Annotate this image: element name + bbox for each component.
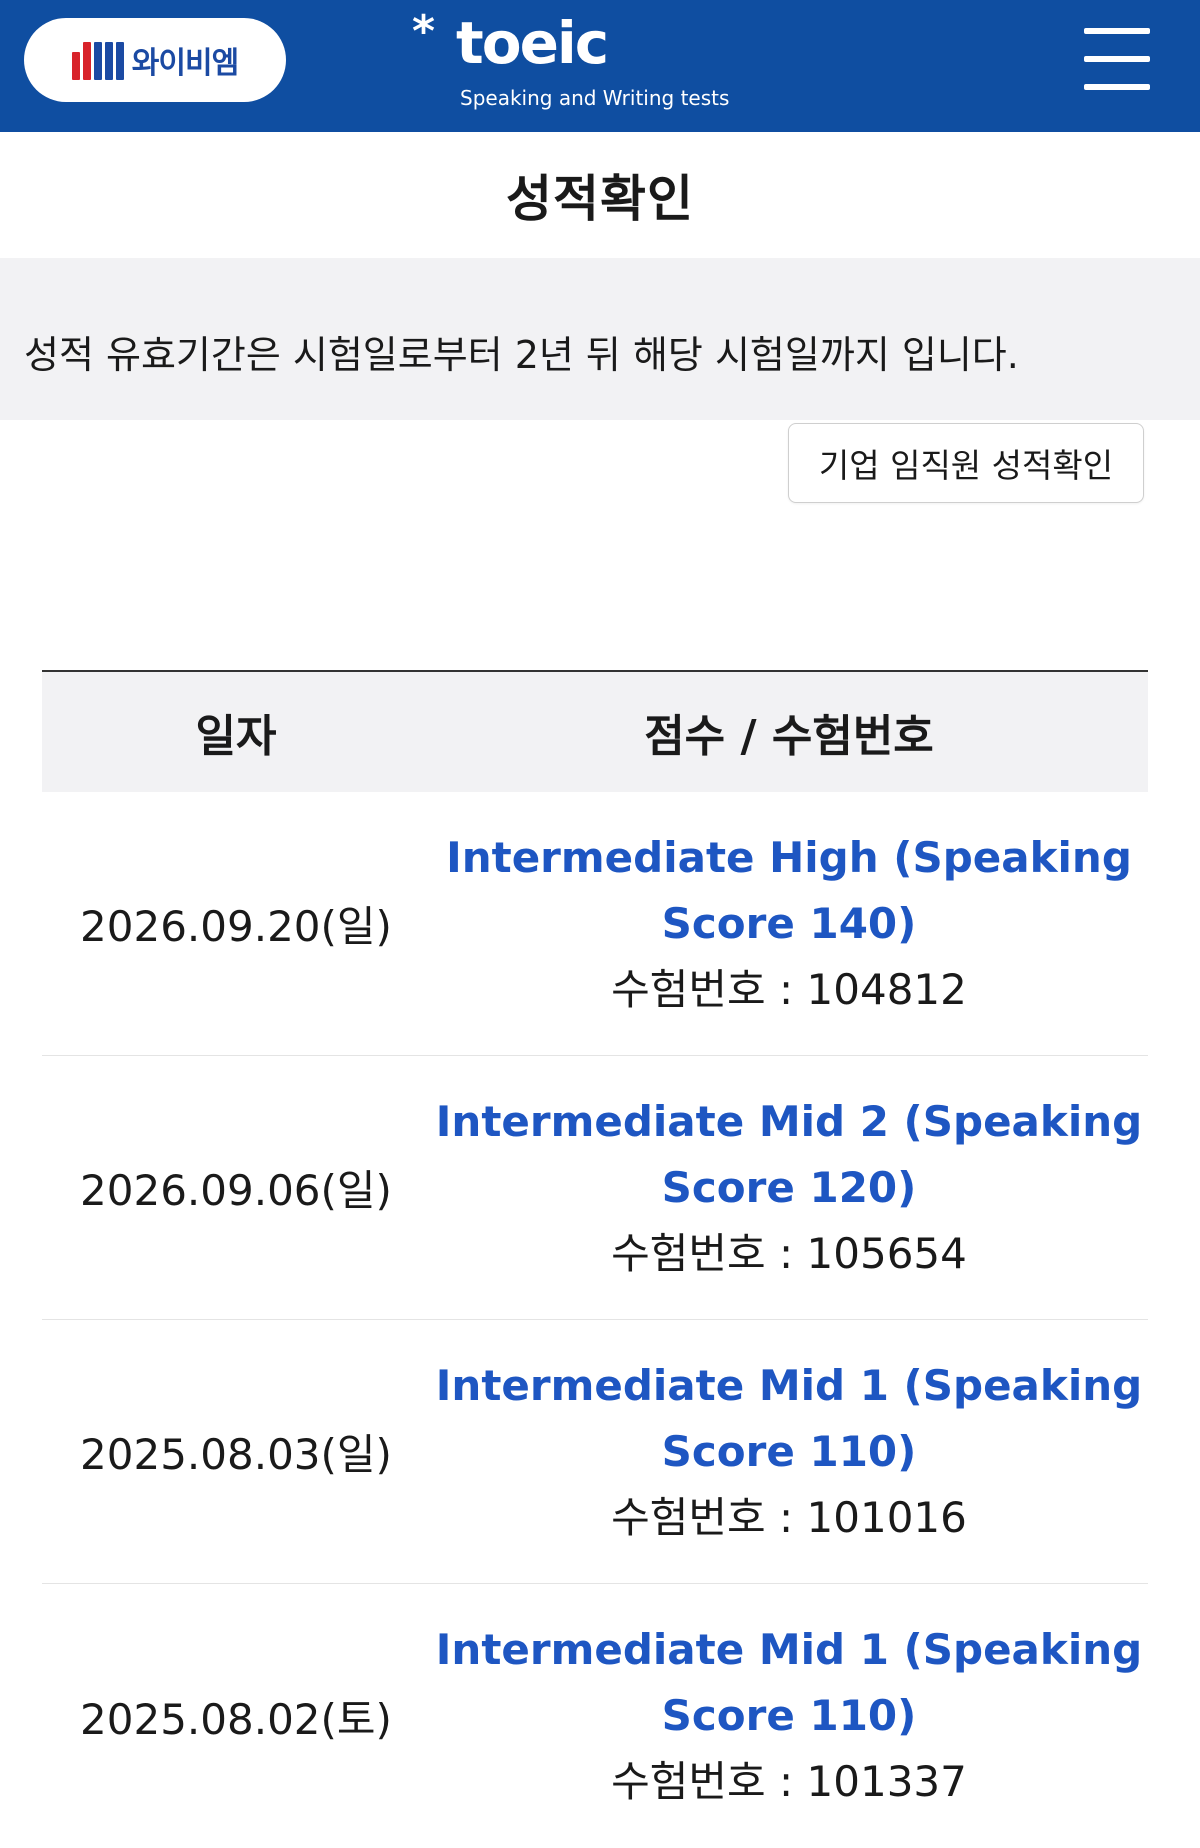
score-level-link[interactable]: Intermediate Mid 1 (Speaking Score 110) — [430, 1353, 1148, 1485]
site-header: 와이비엠 * toeic Speaking and Writing tests — [0, 0, 1200, 132]
exam-number: 수험번호 : 105654 — [611, 1228, 967, 1278]
validity-notice: 성적 유효기간은 시험일로부터 2년 뒤 해당 시험일까지 입니다. — [0, 258, 1200, 420]
score-level-link[interactable]: Intermediate High (Speaking Score 140) — [430, 825, 1148, 957]
score-level-link[interactable]: Intermediate Mid 2 (Speaking Score 120) — [430, 1089, 1148, 1221]
table-header: 일자 점수 / 수험번호 — [42, 670, 1148, 792]
score-level-line1: Intermediate Mid 2 (Speaking — [435, 1096, 1143, 1146]
table-row: 2026.09.20(일) Intermediate High (Speakin… — [42, 792, 1148, 1056]
score-level-line1: Intermediate Mid 1 (Speaking — [435, 1360, 1143, 1410]
toeic-logo[interactable]: * toeic Speaking and Writing tests — [412, 8, 792, 118]
page-title: 성적확인 — [506, 170, 694, 228]
hamburger-menu-icon[interactable] — [1084, 28, 1150, 90]
ybm-logo-mark — [71, 40, 124, 80]
exam-date: 2025.08.02(토) — [80, 1694, 392, 1744]
score-level-line2: Score 110) — [661, 1426, 917, 1476]
ybm-logo[interactable]: 와이비엠 — [24, 18, 286, 102]
score-level-line1: Intermediate Mid 1 (Speaking — [435, 1625, 1143, 1674]
table-row: 2025.08.02(토) Intermediate Mid 1 (Speaki… — [42, 1584, 1148, 1848]
table-row: 2026.09.06(일) Intermediate Mid 2 (Speaki… — [42, 1056, 1148, 1320]
score-table: 일자 점수 / 수험번호 2026.09.20(일) Intermediate … — [42, 670, 1148, 1848]
score-cell: Intermediate Mid 1 (Speaking Score 110) … — [430, 1353, 1148, 1551]
date-column-header: 일자 — [195, 711, 277, 762]
exam-number: 수험번호 : 101337 — [611, 1757, 967, 1806]
ybm-logo-text: 와이비엠 — [131, 46, 239, 81]
exam-number: 수험번호 : 104812 — [611, 964, 967, 1014]
toeic-logo-subtitle: Speaking and Writing tests — [460, 86, 730, 110]
table-row: 2025.08.03(일) Intermediate Mid 1 (Speaki… — [42, 1320, 1148, 1584]
score-level-line2: Score 120) — [661, 1162, 917, 1212]
score-level-line2: Score 110) — [661, 1691, 917, 1740]
score-cell: Intermediate Mid 2 (Speaking Score 120) … — [430, 1089, 1148, 1287]
exam-date: 2026.09.06(일) — [80, 1166, 392, 1215]
score-cell: Intermediate Mid 1 (Speaking Score 110) … — [430, 1617, 1148, 1815]
score-level-link[interactable]: Intermediate Mid 1 (Speaking Score 110) — [430, 1617, 1148, 1749]
score-level-line2: Score 140) — [661, 898, 917, 948]
corporate-score-check-button[interactable]: 기업 임직원 성적확인 — [788, 423, 1144, 503]
score-level-line1: Intermediate High (Speaking — [446, 832, 1132, 882]
toeic-star-icon: * — [412, 6, 436, 57]
exam-number: 수험번호 : 101016 — [611, 1492, 967, 1542]
score-column-header: 점수 / 수험번호 — [644, 711, 934, 762]
toeic-logo-text: toeic — [456, 9, 609, 77]
exam-date: 2026.09.20(일) — [80, 902, 392, 951]
exam-date: 2025.08.03(일) — [80, 1430, 392, 1479]
score-cell: Intermediate High (Speaking Score 140) 수… — [430, 825, 1148, 1023]
